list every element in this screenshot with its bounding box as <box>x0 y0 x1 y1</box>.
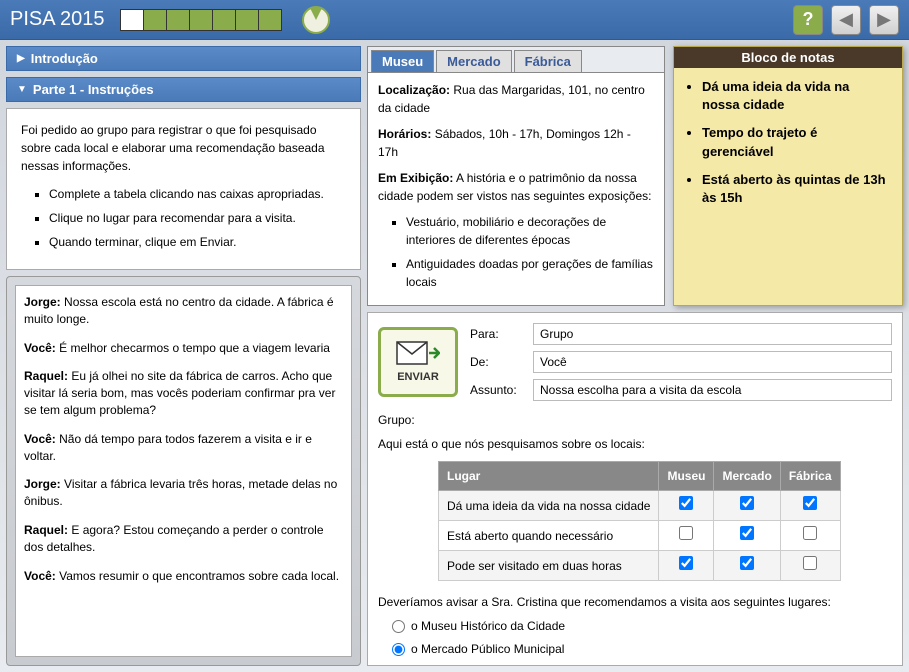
email-body: Grupo: Aqui está o que nós pesquisamos s… <box>378 411 892 666</box>
table-row: Pode ser visitado em duas horas <box>439 551 841 581</box>
app-header: PISA 2015 ? ◀ ▶ <box>0 0 909 40</box>
accordion-part1-label: Parte 1 - Instruções <box>33 82 154 97</box>
prev-button[interactable]: ◀ <box>831 5 861 35</box>
check-r2-market[interactable] <box>740 556 754 570</box>
col-museum: Museu <box>659 462 714 491</box>
next-button[interactable]: ▶ <box>869 5 899 35</box>
progress-box <box>213 10 235 30</box>
radio-factory[interactable] <box>392 666 405 667</box>
radio-museum[interactable] <box>392 620 405 633</box>
progress-box <box>259 10 281 30</box>
exhibit-item: Vestuário, mobiliário e decorações de in… <box>406 213 654 249</box>
instruction-item: Quando terminar, clique em Enviar. <box>49 233 346 251</box>
col-market: Mercado <box>714 462 780 491</box>
tab-market[interactable]: Mercado <box>436 50 511 72</box>
accordion-intro-label: Introdução <box>31 51 98 66</box>
chat-message: Você: É melhor checarmos o tempo que a v… <box>24 340 343 357</box>
chat-panel: Jorge: Nossa escola está no centro da ci… <box>6 276 361 666</box>
row-label: Está aberto quando necessário <box>439 521 659 551</box>
note-item: Tempo do trajeto é gerenciável <box>702 124 890 160</box>
note-item: Dá uma ideia da vida na nossa cidade <box>702 78 890 114</box>
recommend-text: Deveríamos avisar a Sra. Cristina que re… <box>378 593 892 611</box>
hours-label: Horários: <box>378 127 431 141</box>
subject-field[interactable]: Nossa escolha para a visita da escola <box>533 379 892 401</box>
app-title: PISA 2015 <box>10 8 105 31</box>
col-factory: Fábrica <box>780 462 840 491</box>
to-field[interactable]: Grupo <box>533 323 892 345</box>
notes-panel: Bloco de notas Dá uma ideia da vida na n… <box>673 46 903 306</box>
row-label: Dá uma ideia da vida na nossa cidade <box>439 491 659 521</box>
email-greeting: Grupo: <box>378 411 892 429</box>
check-r1-market[interactable] <box>740 526 754 540</box>
chat-message: Raquel: Eu já olhei no site da fábrica d… <box>24 368 343 418</box>
progress-box <box>236 10 258 30</box>
check-r2-museum[interactable] <box>679 556 693 570</box>
notes-title: Bloco de notas <box>674 47 902 68</box>
chat-message: Você: Vamos resumir o que encontramos so… <box>24 568 343 585</box>
from-label: De: <box>470 355 525 369</box>
instruction-item: Complete a tabela clicando nas caixas ap… <box>49 185 346 203</box>
radio-option[interactable]: o Mercado Público Municipal <box>392 640 892 658</box>
table-row: Dá uma ideia da vida na nossa cidade <box>439 491 841 521</box>
col-place: Lugar <box>439 462 659 491</box>
help-button[interactable]: ? <box>793 5 823 35</box>
progress-box <box>190 10 212 30</box>
progress-indicator <box>120 9 282 31</box>
check-r1-museum[interactable] <box>679 526 693 540</box>
accordion-intro[interactable]: ▶ Introdução <box>6 46 361 71</box>
progress-box <box>144 10 166 30</box>
to-label: Para: <box>470 327 525 341</box>
radio-list: o Museu Histórico da Cidade o Mercado Pú… <box>392 617 892 666</box>
progress-box <box>121 10 143 30</box>
check-r2-factory[interactable] <box>803 556 817 570</box>
exhibit-label: Em Exibição: <box>378 171 453 185</box>
note-item: Está aberto às quintas de 13h às 15h <box>702 171 890 207</box>
subject-label: Assunto: <box>470 383 525 397</box>
tab-bar: Museu Mercado Fábrica <box>368 47 664 73</box>
check-r0-museum[interactable] <box>679 496 693 510</box>
chat-message: Jorge: Nossa escola está no centro da ci… <box>24 294 343 328</box>
envelope-icon <box>396 341 440 369</box>
research-table: Lugar Museu Mercado Fábrica Dá uma ideia… <box>438 461 841 581</box>
check-r0-market[interactable] <box>740 496 754 510</box>
progress-box <box>167 10 189 30</box>
timer-icon <box>302 6 330 34</box>
radio-option[interactable]: a Fábrica de Carros Elétricos <box>392 663 892 666</box>
info-content: Localização: Rua das Margaridas, 101, no… <box>368 73 664 305</box>
chevron-right-icon: ▶ <box>17 53 25 64</box>
instruction-item: Clique no lugar para recomendar para a v… <box>49 209 346 227</box>
send-button-label: ENVIAR <box>397 371 439 383</box>
tab-factory[interactable]: Fábrica <box>514 50 582 72</box>
info-panel: Museu Mercado Fábrica Localização: Rua d… <box>367 46 665 306</box>
instructions-text: Foi pedido ao grupo para registrar o que… <box>21 121 346 175</box>
email-intro: Aqui está o que nós pesquisamos sobre os… <box>378 435 892 453</box>
from-field[interactable]: Você <box>533 351 892 373</box>
exhibit-item: Antiguidades doadas por gerações de famí… <box>406 255 654 291</box>
chat-scroll[interactable]: Jorge: Nossa escola está no centro da ci… <box>15 285 352 657</box>
chat-message: Jorge: Visitar a fábrica levaria três ho… <box>24 476 343 510</box>
send-button[interactable]: ENVIAR <box>378 327 458 397</box>
location-label: Localização: <box>378 83 450 97</box>
row-label: Pode ser visitado em duas horas <box>439 551 659 581</box>
instructions-panel: Foi pedido ao grupo para registrar o que… <box>6 108 361 270</box>
radio-market[interactable] <box>392 643 405 656</box>
chat-message: Raquel: E agora? Estou começando a perde… <box>24 522 343 556</box>
check-r0-factory[interactable] <box>803 496 817 510</box>
radio-option[interactable]: o Museu Histórico da Cidade <box>392 617 892 635</box>
check-r1-factory[interactable] <box>803 526 817 540</box>
table-row: Está aberto quando necessário <box>439 521 841 551</box>
chevron-down-icon: ▼ <box>17 84 27 95</box>
email-panel: ENVIAR Para: Grupo De: Você Assunto: Nos… <box>367 312 903 666</box>
chat-message: Você: Não dá tempo para todos fazerem a … <box>24 431 343 465</box>
accordion-part1[interactable]: ▼ Parte 1 - Instruções <box>6 77 361 102</box>
tab-museum[interactable]: Museu <box>371 50 434 72</box>
